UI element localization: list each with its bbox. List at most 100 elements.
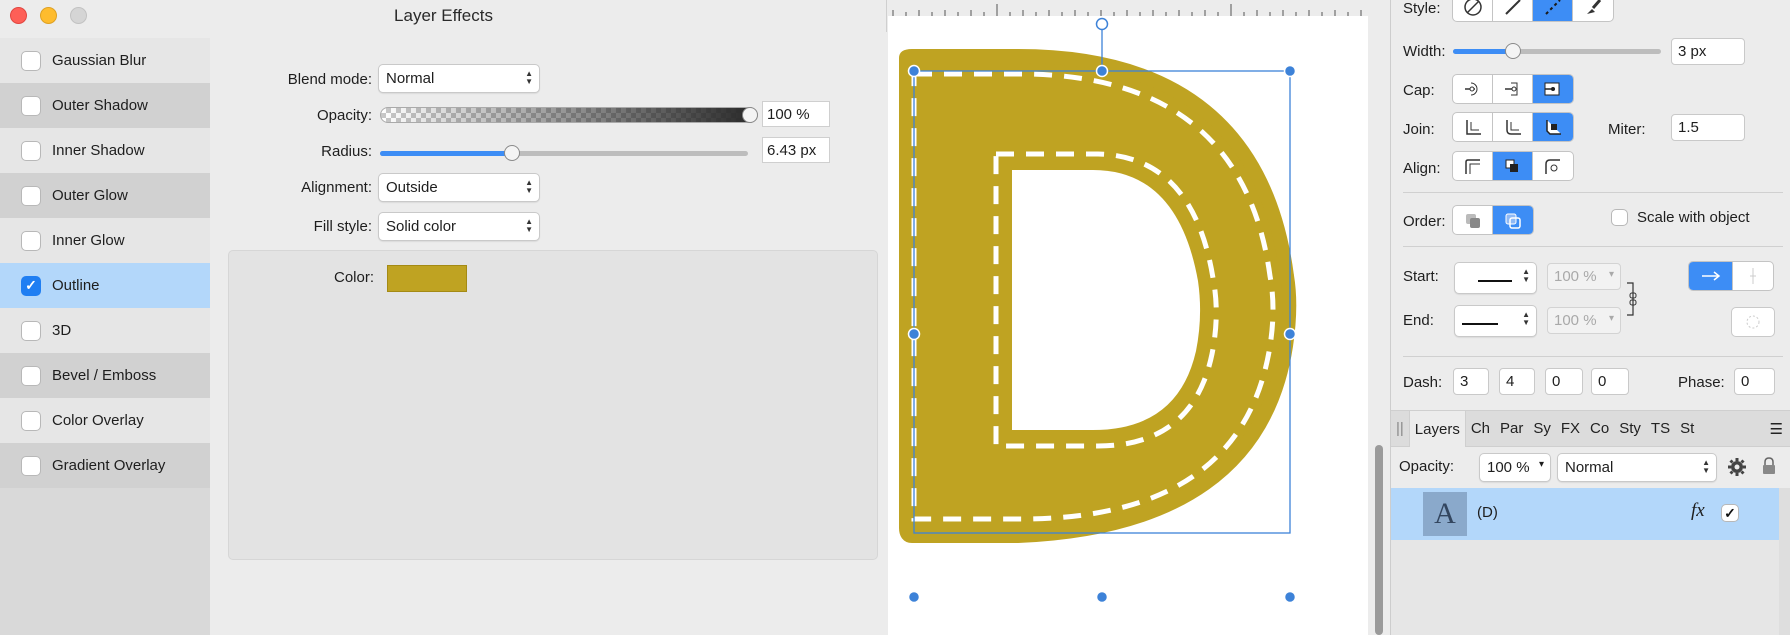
lock-icon[interactable] — [1761, 456, 1777, 476]
effect-item-outline[interactable]: ✓ Outline — [0, 263, 210, 308]
fx-icon[interactable]: fx — [1691, 500, 1705, 522]
start-arrowhead-select[interactable]: ▲ ▼ — [1454, 262, 1537, 294]
tab-character[interactable]: Ch — [1466, 420, 1495, 437]
opacity-slider-knob[interactable] — [742, 107, 758, 123]
tab-effects[interactable]: FX — [1556, 420, 1585, 437]
panel-menu-icon[interactable]: ☰ — [1765, 420, 1790, 438]
tab-paragraph[interactable]: Par — [1495, 420, 1528, 437]
canvas-vertical-scrollbar[interactable] — [1375, 445, 1383, 635]
selection-handle[interactable] — [1283, 590, 1297, 604]
fill-style-select[interactable]: Solid color ▲ ▼ — [378, 212, 540, 241]
layers-scrollbar[interactable] — [1779, 488, 1790, 635]
gap-field-2[interactable]: 0 — [1591, 368, 1629, 395]
effect-item-inner-glow[interactable]: Inner Glow — [0, 218, 210, 263]
miter-field[interactable]: 1.5 — [1671, 114, 1745, 141]
tab-color[interactable]: Co — [1585, 420, 1614, 437]
tab-symbols[interactable]: Sy — [1528, 420, 1556, 437]
letter-d-artwork[interactable] — [888, 16, 1368, 635]
tab-layers[interactable]: Layers — [1408, 410, 1466, 447]
opacity-field[interactable]: 100 % — [762, 101, 830, 127]
brush-stroke-icon[interactable] — [1573, 0, 1613, 21]
selection-handle[interactable] — [1095, 590, 1109, 604]
selection-handle[interactable] — [1095, 64, 1109, 78]
effect-checkbox[interactable] — [21, 140, 41, 161]
stroke-behind-icon[interactable] — [1453, 206, 1493, 234]
gear-icon[interactable] — [1727, 457, 1747, 477]
bevel-join-icon[interactable] — [1533, 113, 1573, 141]
layer-visibility-checkbox[interactable]: ✓ — [1721, 504, 1739, 522]
dash-field-1[interactable]: 3 — [1453, 368, 1489, 395]
effect-checkbox[interactable] — [21, 320, 41, 341]
effect-checkbox[interactable] — [21, 230, 41, 251]
align-inside-icon[interactable] — [1453, 152, 1493, 180]
effect-item-inner-shadow[interactable]: Inner Shadow — [0, 128, 210, 173]
butt-cap-icon[interactable] — [1453, 75, 1493, 103]
rotation-handle[interactable] — [1095, 17, 1109, 31]
checkmark-icon[interactable]: ✓ — [21, 275, 41, 296]
effect-item-color-overlay[interactable]: Color Overlay — [0, 398, 210, 443]
join-segmented — [1452, 112, 1574, 142]
alignment-select[interactable]: Outside ▲ ▼ — [378, 173, 540, 202]
stroke-front-icon[interactable] — [1493, 206, 1533, 234]
layer-name[interactable]: (D) — [1477, 504, 1498, 521]
width-field[interactable]: 3 px — [1671, 38, 1745, 65]
fill-style-label: Fill style: — [313, 218, 372, 235]
effect-checkbox[interactable] — [21, 50, 41, 71]
blend-mode-select[interactable]: Normal ▲ ▼ — [378, 64, 540, 93]
effect-item-outer-shadow[interactable]: Outer Shadow — [0, 83, 210, 128]
effect-item-3d[interactable]: 3D — [0, 308, 210, 353]
align-outside-icon[interactable] — [1533, 152, 1573, 180]
opacity-slider[interactable] — [380, 107, 758, 123]
selection-handle[interactable] — [1283, 64, 1297, 78]
outline-color-swatch[interactable] — [387, 265, 467, 292]
width-slider-knob[interactable] — [1505, 43, 1522, 59]
round-cap-icon[interactable] — [1493, 75, 1533, 103]
radius-field[interactable]: 6.43 px — [762, 137, 830, 163]
effect-item-outer-glow[interactable]: Outer Glow — [0, 173, 210, 218]
no-stroke-icon[interactable] — [1453, 0, 1493, 21]
tab-styles[interactable]: Sty — [1614, 420, 1646, 437]
phase-label: Phase: — [1678, 374, 1725, 391]
effect-checkbox[interactable] — [21, 95, 41, 116]
blend-mode-label: Blend mode: — [287, 71, 372, 88]
square-cap-icon[interactable] — [1533, 75, 1573, 103]
radius-slider[interactable] — [380, 151, 748, 156]
phase-field[interactable]: 0 — [1734, 368, 1775, 395]
effect-item-gradient-overlay[interactable]: Gradient Overlay — [0, 443, 210, 488]
effect-checkbox[interactable] — [21, 410, 41, 431]
align-center-icon[interactable] — [1493, 152, 1533, 180]
arrow-at-end-icon[interactable] — [1733, 262, 1773, 290]
effect-checkbox[interactable] — [21, 365, 41, 386]
selection-handle[interactable] — [907, 64, 921, 78]
effect-checkbox[interactable] — [21, 185, 41, 206]
gap-field-1[interactable]: 4 — [1499, 368, 1535, 395]
dashed-line-icon[interactable] — [1533, 0, 1573, 21]
radius-slider-knob[interactable] — [504, 145, 521, 161]
selection-handle[interactable] — [1283, 327, 1297, 341]
effect-label: Inner Shadow — [52, 142, 145, 159]
end-arrowhead-select[interactable]: ▲ ▼ — [1454, 305, 1537, 337]
selection-handle[interactable] — [907, 590, 921, 604]
layer-opacity-select[interactable]: 100 % ▾ — [1479, 453, 1551, 482]
start-label: Start: — [1403, 268, 1439, 285]
tab-stroke[interactable]: St — [1675, 420, 1699, 437]
layer-blend-select[interactable]: Normal ▲ ▼ — [1557, 453, 1717, 482]
link-scales-icon[interactable] — [1625, 281, 1639, 317]
chevron-down-icon: ▾ — [1538, 459, 1544, 470]
dash-field-2[interactable]: 0 — [1545, 368, 1583, 395]
effect-item-bevel-emboss[interactable]: Bevel / Emboss — [0, 353, 210, 398]
layer-row[interactable]: A (D) fx ✓ — [1391, 488, 1779, 540]
tab-text-styles[interactable]: TS — [1646, 420, 1675, 437]
scale-with-object-checkbox[interactable] — [1611, 209, 1628, 226]
panel-grip-icon[interactable]: || — [1391, 420, 1409, 437]
round-join-icon[interactable] — [1493, 113, 1533, 141]
selection-handle[interactable] — [907, 327, 921, 341]
width-slider[interactable] — [1453, 49, 1661, 54]
swap-arrowheads-button[interactable] — [1731, 307, 1775, 337]
miter-join-icon[interactable] — [1453, 113, 1493, 141]
solid-line-icon[interactable] — [1493, 0, 1533, 21]
document-canvas[interactable] — [888, 16, 1368, 635]
arrow-beyond-end-icon[interactable] — [1689, 262, 1733, 290]
effect-item-gaussian-blur[interactable]: Gaussian Blur — [0, 38, 210, 83]
effect-checkbox[interactable] — [21, 455, 41, 476]
